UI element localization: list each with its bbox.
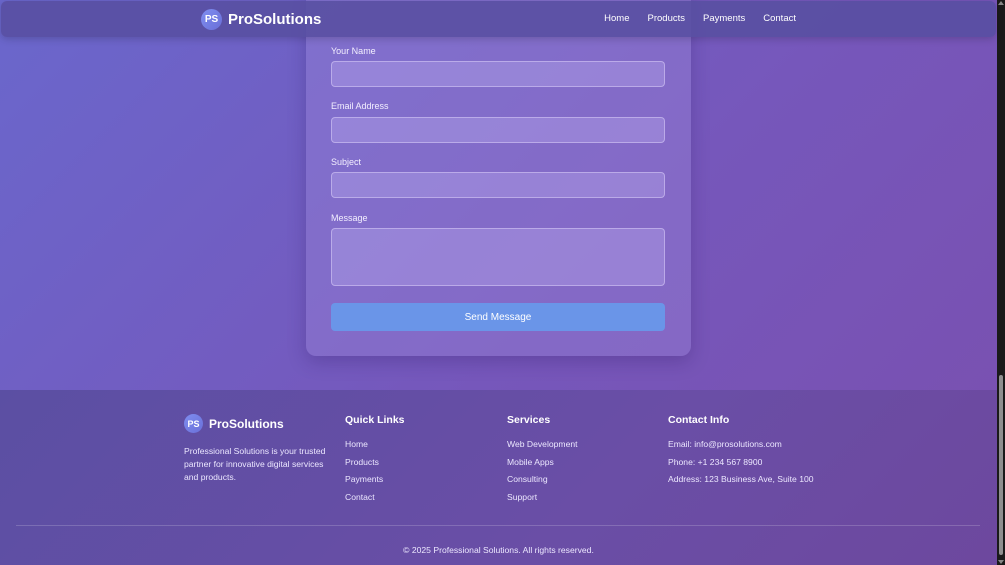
footer-brand-column: PS ProSolutions Professional Solutions i… [184,414,334,484]
ps-logo-icon: PS [201,9,222,30]
services-heading: Services [507,414,551,426]
send-message-button[interactable]: Send Message [331,303,665,331]
footer-contact-email: Email: info@prosolutions.com [668,439,782,449]
nav-link-payments[interactable]: Payments [703,13,745,24]
top-navbar: PS ProSolutions Home Products Payments C… [1,1,996,37]
footer-brand: PS ProSolutions [184,414,334,433]
footer-divider [16,525,980,526]
brand-logo-link[interactable]: PS ProSolutions [201,9,321,30]
footer-contact-phone: Phone: +1 234 567 8900 [668,456,763,467]
quick-links-heading: Quick Links [345,414,405,426]
contact-form-card: Your Name Email Address Subject Message … [306,0,691,356]
site-footer: PS ProSolutions Professional Solutions i… [0,390,997,565]
main-nav: Home Products Payments Contact [604,13,796,24]
footer-services: Services Web Development Mobile Apps Con… [507,414,578,510]
scroll-up-arrow-icon[interactable] [998,1,1004,5]
copyright-text: © 2025 Professional Solutions. All right… [403,545,594,555]
footer-contact-address: Address: 123 Business Ave, Suite 100 [668,474,814,484]
footer-quick-links: Quick Links Home Products Payments Conta… [345,414,405,510]
footer-service-support[interactable]: Support [507,492,578,503]
footer-ps-logo-icon: PS [184,414,203,433]
footer-contact-info: Contact Info Email: info@prosolutions.co… [668,414,814,493]
name-label: Your Name [331,46,376,56]
footer-brand-name: ProSolutions [209,416,284,431]
nav-link-home[interactable]: Home [604,13,629,24]
email-label: Email Address [331,101,389,111]
footer-description: Professional Solutions is your trusted p… [184,446,326,482]
message-label: Message [331,213,368,223]
page-scrollbar[interactable] [997,0,1005,565]
footer-link-products[interactable]: Products [345,457,405,468]
footer-link-payments[interactable]: Payments [345,474,405,485]
footer-link-contact[interactable]: Contact [345,492,405,503]
message-textarea[interactable] [331,228,665,286]
footer-service-web-development[interactable]: Web Development [507,439,578,450]
nav-link-products[interactable]: Products [648,13,686,24]
scrollbar-thumb[interactable] [999,375,1003,555]
contact-info-heading: Contact Info [668,414,730,426]
name-input[interactable] [331,61,665,87]
footer-service-mobile-apps[interactable]: Mobile Apps [507,457,578,468]
email-input[interactable] [331,117,665,143]
footer-link-home[interactable]: Home [345,439,405,450]
brand-name: ProSolutions [228,11,322,28]
subject-label: Subject [331,157,362,167]
subject-input[interactable] [331,172,665,198]
footer-service-consulting[interactable]: Consulting [507,474,578,485]
scroll-down-arrow-icon[interactable] [998,560,1004,564]
nav-link-contact[interactable]: Contact [763,13,796,24]
